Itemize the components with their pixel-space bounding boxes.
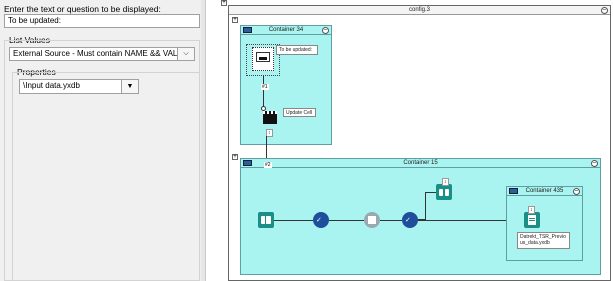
check-tool-icon[interactable]: ✓	[402, 212, 418, 228]
container-15-title: Container 15	[403, 160, 438, 166]
check-tool-icon[interactable]: ✓	[313, 212, 329, 228]
list-source-value: External Source - Must contain NAME && V…	[13, 49, 189, 58]
connection-line	[274, 220, 313, 221]
collapse-icon[interactable]: –	[601, 7, 608, 14]
output-doc-icon[interactable]	[524, 212, 540, 228]
collapse-icon[interactable]: –	[591, 160, 598, 167]
chevron-down-icon[interactable]: ⌵	[177, 48, 194, 60]
expand-icon[interactable]: +	[221, 0, 227, 6]
container-15-header[interactable]: Container 15 –	[241, 159, 600, 168]
container-34-header[interactable]: Container 34 –	[241, 26, 331, 35]
container-435-title: Container 435	[525, 188, 564, 194]
workflow-canvas[interactable]: config.3 – + + Container 34 – To be upda…	[206, 0, 613, 281]
book-input-icon[interactable]	[258, 212, 274, 228]
list-source-dropdown[interactable]: External Source - Must contain NAME && V…	[9, 47, 195, 61]
file-select-dropdown[interactable]: \Input data.yxdb ▼	[19, 79, 139, 94]
tool-badge: ↕	[528, 206, 535, 214]
connection-line	[425, 192, 426, 220]
container-34-title: Container 34	[268, 27, 304, 33]
properties-group	[12, 72, 200, 281]
file-value: \Input data.yxdb	[23, 81, 80, 90]
tool-badge: ↕	[442, 178, 449, 186]
selection-box	[246, 44, 280, 76]
expand-icon[interactable]: +	[232, 17, 238, 23]
binoculars-icon[interactable]	[436, 184, 452, 200]
properties-panel: Enter the text or question to be display…	[0, 0, 202, 281]
tool-icon[interactable]	[364, 212, 380, 228]
output-note: Datrekt_TSR_Previous_data.yxdb	[517, 232, 570, 249]
collapse-icon[interactable]: –	[573, 188, 580, 195]
container-435[interactable]: Container 435 –	[506, 186, 583, 261]
connection-label: #1	[261, 84, 269, 90]
connection-label: #2	[264, 162, 272, 168]
connection-line	[380, 220, 402, 221]
outer-container-title: config.3	[408, 7, 430, 13]
question-input[interactable]: To be updated:	[4, 14, 200, 28]
question-note: To be updated:	[276, 45, 318, 55]
connection-line	[329, 220, 364, 221]
collapse-icon[interactable]: –	[322, 27, 329, 34]
update-note: Update Cell	[283, 108, 316, 117]
connection-line	[263, 76, 264, 110]
question-label: Enter the text or question to be display…	[4, 4, 161, 14]
container-435-header[interactable]: Container 435 –	[507, 187, 582, 196]
container-34[interactable]: Container 34 –	[240, 25, 332, 145]
chevron-down-icon[interactable]: ▼	[121, 80, 138, 93]
outer-container-header[interactable]: config.3 –	[229, 6, 610, 15]
clapper-icon[interactable]	[263, 111, 277, 124]
expand-icon[interactable]: +	[232, 154, 238, 160]
connection-line	[266, 136, 267, 158]
